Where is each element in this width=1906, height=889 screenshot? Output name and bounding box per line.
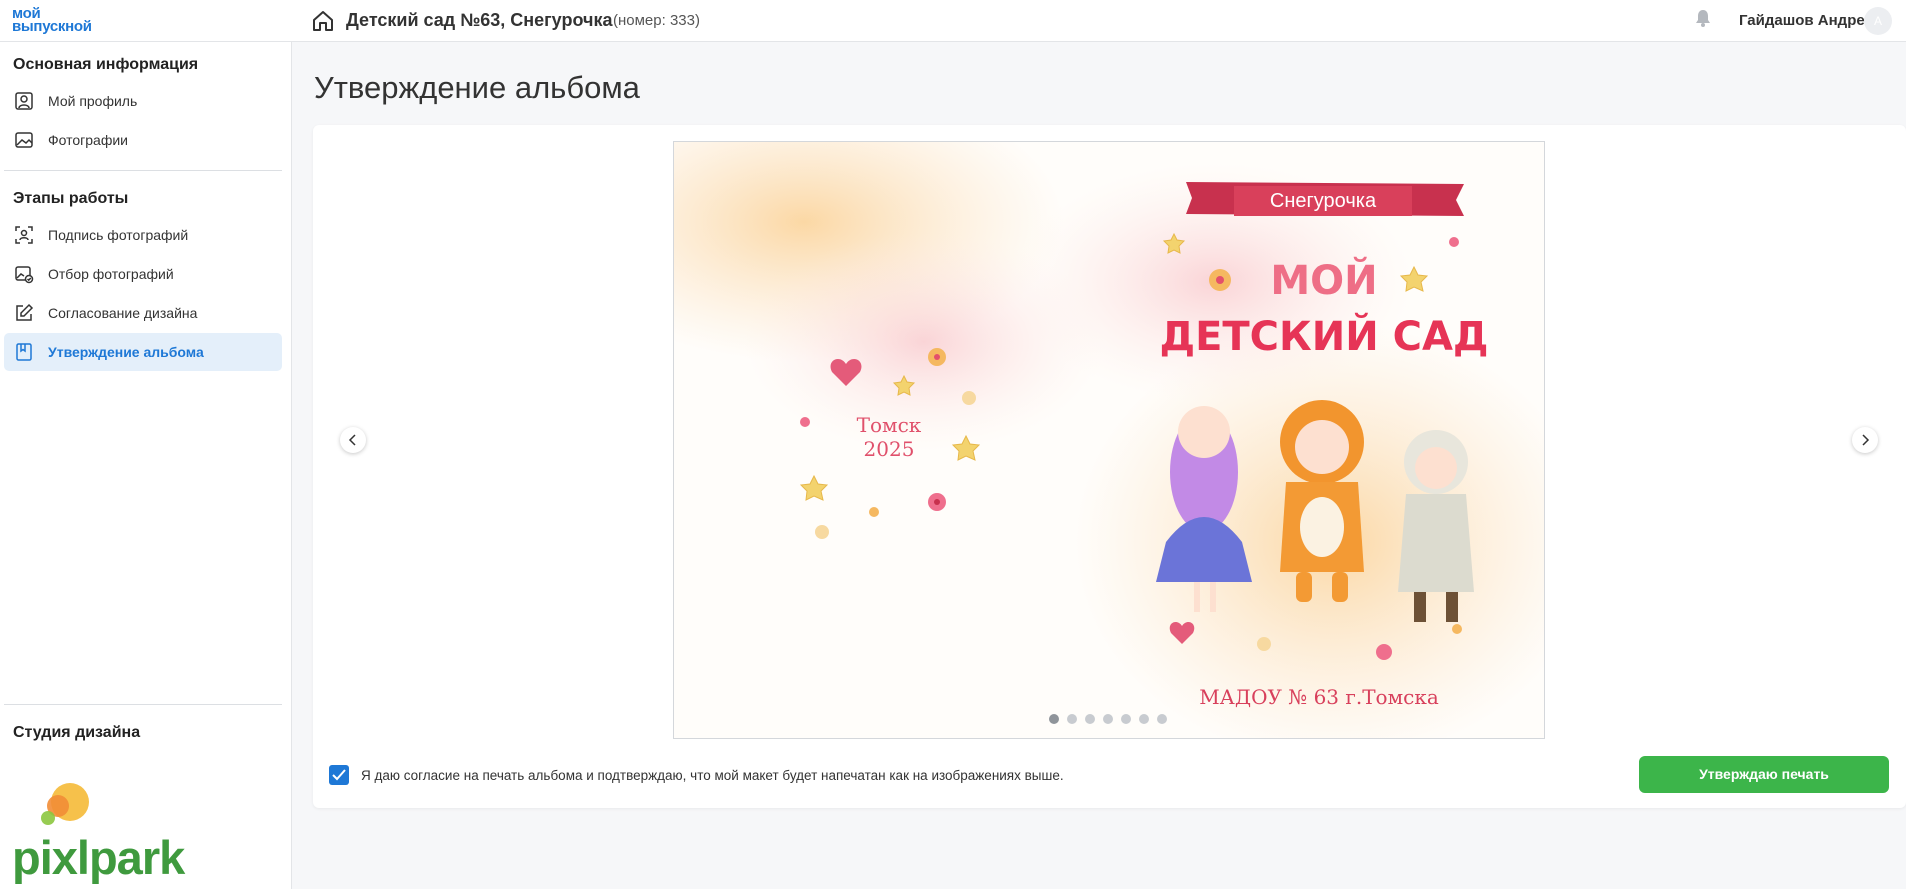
pagination-dot[interactable] — [1067, 714, 1077, 724]
sidebar-item-label: Согласование дизайна — [48, 305, 198, 321]
sidebar-divider — [4, 704, 282, 705]
next-slide-button[interactable] — [1852, 427, 1878, 453]
sidebar-item-photos[interactable]: Фотографии — [4, 121, 282, 159]
kindergarten-title: Детский сад №63, Снегурочка — [346, 10, 613, 30]
pixlpark-logo-text: pixlpark — [12, 831, 185, 884]
pagination-dot[interactable] — [1103, 714, 1113, 724]
sidebar-item-profile[interactable]: Мой профиль — [4, 82, 282, 120]
sidebar-item-design-approval[interactable]: Согласование дизайна — [4, 294, 282, 332]
photo-select-icon — [15, 266, 34, 284]
chevron-right-icon — [1862, 434, 1870, 446]
sidebar-item-label: Подпись фотографий — [48, 227, 189, 243]
slide-pagination — [1049, 714, 1167, 726]
sidebar: Основная информация Мой профиль Фотограф… — [0, 42, 292, 889]
page-title: Утверждение альбома — [314, 70, 640, 105]
user-name[interactable]: Гайдашов Андрей — [1739, 12, 1874, 29]
pagination-dot[interactable] — [1049, 714, 1059, 724]
pencil-icon — [16, 303, 34, 321]
sidebar-item-album-approval[interactable]: Утверждение альбома — [4, 333, 282, 371]
year-text: 2025 — [864, 437, 915, 461]
photos-icon — [15, 132, 33, 148]
moy-vypusknoy-logo[interactable]: мой выпускной — [12, 6, 116, 35]
sidebar-item-photo-selection[interactable]: Отбор фотографий — [4, 255, 282, 293]
bell-icon[interactable] — [1693, 8, 1713, 28]
pagination-dot[interactable] — [1121, 714, 1131, 724]
ribbon-text: Снегурочка — [1270, 190, 1377, 212]
pagination-dot[interactable] — [1085, 714, 1095, 724]
sidebar-item-label: Отбор фотографий — [48, 266, 174, 282]
checkmark-icon — [332, 769, 346, 781]
avatar[interactable]: А — [1864, 7, 1892, 35]
profile-icon — [15, 92, 33, 110]
section-title-stages: Этапы работы — [13, 190, 129, 207]
section-title-basic: Основная информация — [13, 56, 199, 73]
chevron-left-icon — [348, 434, 356, 446]
album-spread-preview: Снегурочка МОЙ ДЕТСКИЙ САД Томск 2025 МА… — [673, 141, 1545, 739]
city-text: Томск — [857, 413, 922, 437]
pixlpark-logo[interactable]: pixlpark — [12, 780, 185, 889]
pagination-dot[interactable] — [1139, 714, 1149, 724]
pagination-dot[interactable] — [1157, 714, 1167, 724]
sidebar-item-label: Мой профиль — [48, 93, 138, 109]
sidebar-item-label: Утверждение альбома — [48, 344, 204, 360]
kindergarten-number: (номер: 333) — [613, 12, 700, 29]
sidebar-item-label: Фотографии — [48, 132, 129, 148]
sidebar-divider — [4, 170, 282, 171]
section-title-studio: Студия дизайна — [13, 724, 141, 741]
headline-line1: МОЙ — [1270, 256, 1377, 304]
prev-slide-button[interactable] — [340, 427, 366, 453]
album-cover-artwork: Снегурочка МОЙ ДЕТСКИЙ САД Томск 2025 МА… — [674, 142, 1544, 738]
consent-text: Я даю согласие на печать альбома и подтв… — [361, 768, 1064, 783]
headline-line2: ДЕТСКИЙ САД — [1159, 312, 1488, 360]
home-icon[interactable] — [311, 9, 335, 33]
school-footer: МАДОУ № 63 г.Томска — [1199, 685, 1439, 709]
approve-print-button[interactable]: Утверждаю печать — [1639, 756, 1889, 793]
consent-checkbox[interactable] — [329, 765, 349, 785]
top-bar: мой выпускной Детский сад №63, Снегурочк… — [0, 0, 1906, 42]
face-scan-icon — [15, 226, 33, 244]
album-icon — [16, 343, 32, 361]
sidebar-item-photo-captions[interactable]: Подпись фотографий — [4, 216, 282, 254]
